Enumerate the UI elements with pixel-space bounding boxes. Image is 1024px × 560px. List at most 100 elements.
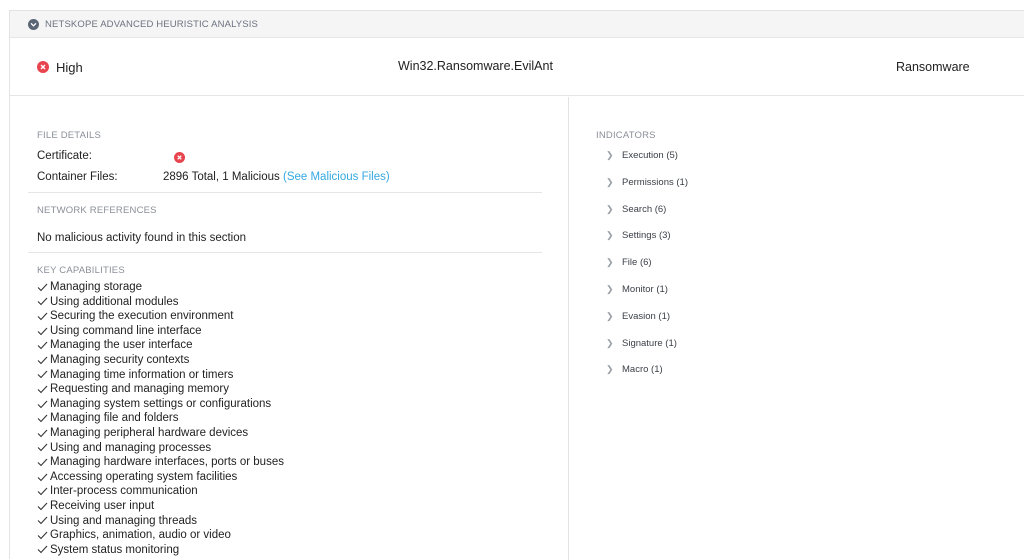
- check-icon: [37, 312, 48, 321]
- capability-item: Receiving user input: [37, 499, 284, 514]
- indicator-item[interactable]: ❯ Monitor (1): [606, 283, 688, 310]
- chevron-right-icon[interactable]: ❯: [606, 176, 616, 189]
- capability-item: Securing the execution environment: [37, 309, 284, 324]
- threat-summary-row: High Win32.Ransomware.EvilAnt Ransomware: [10, 39, 1024, 96]
- error-circle-icon: [37, 61, 49, 73]
- capability-item: Managing peripheral hardware devices: [37, 426, 284, 441]
- capability-label: Using and managing threads: [50, 514, 198, 527]
- capability-item: Managing security contexts: [37, 353, 284, 368]
- indicator-label: Execution (5): [622, 150, 678, 161]
- check-icon: [37, 414, 48, 423]
- chevron-down-circle-icon[interactable]: [28, 18, 39, 30]
- threat-type: Ransomware: [896, 60, 970, 74]
- capability-label: Managing hardware interfaces, ports or b…: [50, 456, 284, 469]
- panel-title: NETSKOPE ADVANCED HEURISTIC ANALYSIS: [45, 18, 259, 30]
- chevron-right-icon[interactable]: ❯: [606, 203, 616, 216]
- capability-label: Securing the execution environment: [50, 310, 234, 323]
- capability-label: Managing the user interface: [50, 339, 193, 352]
- check-icon: [37, 443, 48, 452]
- capability-label: Managing storage: [50, 281, 143, 293]
- chevron-right-icon[interactable]: ❯: [606, 310, 616, 323]
- chevron-right-icon[interactable]: ❯: [606, 149, 616, 162]
- indicator-label: Settings (3): [622, 230, 671, 242]
- indicator-label: Macro (1): [622, 364, 663, 376]
- capability-item: Graphics, animation, audio or video: [37, 528, 284, 543]
- capability-label: Inter-process communication: [50, 485, 198, 498]
- capability-item: Using and managing threads: [37, 514, 284, 529]
- indicator-item[interactable]: ❯ Evasion (1): [606, 310, 688, 337]
- capability-label: Using command line interface: [50, 324, 202, 337]
- indicator-item[interactable]: ❯ Signature (1): [606, 337, 688, 364]
- capability-item: Managing time information or timers: [37, 368, 284, 383]
- chevron-right-icon[interactable]: ❯: [606, 229, 616, 242]
- chevron-right-icon[interactable]: ❯: [606, 256, 616, 269]
- capability-item: System status monitoring: [37, 543, 284, 558]
- capability-label: Accessing operating system facilities: [50, 470, 238, 483]
- check-icon: [37, 327, 48, 335]
- indicator-item[interactable]: ❯ Permissions (1): [606, 176, 688, 203]
- key-capabilities-heading: KEY CAPABILITIES: [37, 265, 125, 276]
- chevron-right-icon[interactable]: ❯: [606, 363, 616, 376]
- see-malicious-files-link[interactable]: (See Malicious Files): [283, 171, 390, 183]
- severity-label: High: [56, 60, 83, 75]
- capability-item: Inter-process communication: [37, 484, 284, 499]
- capability-item: Managing file and folders: [37, 411, 284, 426]
- threat-name: Win32.Ransomware.EvilAnt: [398, 59, 553, 73]
- indicator-label: Signature (1): [622, 337, 677, 349]
- check-icon: [37, 546, 48, 554]
- capability-label: Managing file and folders: [50, 412, 179, 425]
- error-circle-icon: [174, 152, 185, 163]
- check-icon: [37, 341, 48, 350]
- check-icon: [37, 502, 48, 510]
- check-icon: [37, 385, 48, 394]
- capability-label: Managing time information or timers: [50, 368, 234, 381]
- capability-label: Using additional modules: [50, 295, 179, 308]
- panel-header[interactable]: NETSKOPE ADVANCED HEURISTIC ANALYSIS: [10, 11, 1024, 38]
- check-icon: [37, 458, 48, 467]
- capability-item: Using and managing processes: [37, 441, 284, 456]
- capability-item: Managing system settings or configuratio…: [37, 397, 284, 412]
- capability-label: Managing security contexts: [50, 353, 190, 366]
- check-icon: [37, 283, 48, 292]
- check-icon: [37, 298, 48, 306]
- indicator-label: Search (6): [622, 203, 667, 215]
- check-icon: [37, 356, 48, 365]
- capability-label: System status monitoring: [50, 543, 180, 556]
- indicator-item[interactable]: ❯ Search (6): [606, 203, 688, 230]
- chevron-right-icon[interactable]: ❯: [606, 283, 616, 296]
- key-capabilities-list: Managing storage Using additional modules…: [37, 280, 284, 557]
- check-icon: [37, 429, 48, 438]
- capability-label: Graphics, animation, audio or video: [50, 529, 231, 542]
- capability-item: Accessing operating system facilities: [37, 470, 284, 485]
- indicator-label: Evasion (1): [622, 310, 671, 322]
- divider: [28, 252, 542, 253]
- indicator-item[interactable]: ❯ Macro (1): [606, 363, 688, 390]
- indicator-item[interactable]: ❯ Settings (3): [606, 229, 688, 256]
- capability-label: Managing system settings or configuratio…: [50, 397, 272, 410]
- check-icon: [37, 487, 48, 496]
- chevron-right-icon[interactable]: ❯: [606, 337, 616, 350]
- details-column: FILE DETAILS Certificate: Container File…: [10, 97, 569, 560]
- capability-item: Managing storage: [37, 280, 284, 295]
- heuristic-analysis-panel: NETSKOPE ADVANCED HEURISTIC ANALYSIS Hig…: [9, 10, 1024, 560]
- capability-label: Managing peripheral hardware devices: [50, 426, 249, 439]
- container-files-label: Container Files:: [37, 171, 118, 183]
- check-icon: [37, 516, 48, 525]
- capability-item: Managing the user interface: [37, 338, 284, 353]
- check-icon: [37, 531, 48, 540]
- certificate-label: Certificate:: [37, 150, 92, 162]
- indicators-column: INDICATORS ❯ Execution (5) ❯ Permissions (1…: [569, 97, 1024, 560]
- indicator-label: File (6): [622, 257, 652, 269]
- indicators-heading: INDICATORS: [596, 130, 656, 141]
- network-references-heading: NETWORK REFERENCES: [37, 205, 157, 216]
- network-references-message: No malicious activity found in this sect…: [37, 232, 247, 244]
- container-files-value: 2896 Total, 1 Malicious (See Malicious F…: [163, 171, 390, 183]
- indicator-item[interactable]: ❯ File (6): [606, 256, 688, 283]
- capability-item: Using command line interface: [37, 324, 284, 339]
- check-icon: [37, 473, 48, 481]
- container-files-count: 2896 Total, 1 Malicious: [163, 171, 280, 183]
- divider: [28, 192, 542, 193]
- file-details-heading: FILE DETAILS: [37, 130, 101, 141]
- indicator-item[interactable]: ❯ Execution (5): [606, 149, 688, 176]
- check-icon: [37, 400, 48, 408]
